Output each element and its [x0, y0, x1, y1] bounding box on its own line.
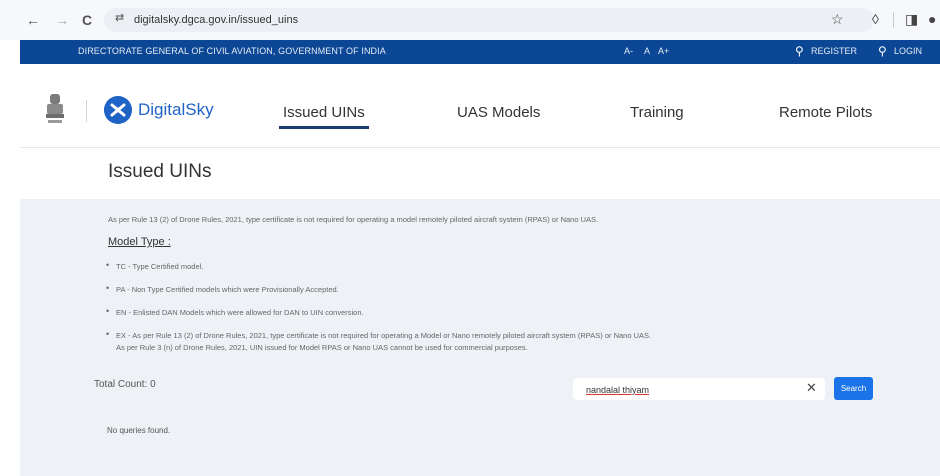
bullet-en: EN - Enlisted DAN Models which were allo… — [116, 308, 364, 317]
profile-icon[interactable]: ● — [928, 11, 936, 27]
bullet-dot: • — [106, 329, 110, 339]
bullet-dot: • — [106, 283, 110, 293]
bookmark-star-icon[interactable]: ☆ — [831, 11, 844, 27]
national-emblem-icon — [46, 94, 64, 123]
bullet-ex: EX - As per Rule 13 (2) of Drone Rules, … — [116, 331, 652, 340]
search-input[interactable] — [586, 383, 786, 397]
side-panel-icon[interactable]: ◨ — [905, 11, 918, 27]
back-icon[interactable]: ← — [26, 12, 40, 28]
nav-remote-pilots[interactable]: Remote Pilots — [779, 104, 872, 121]
bullet-tc: TC - Type Certified model. — [116, 262, 204, 271]
header-divider — [86, 100, 87, 122]
nav-active-indicator — [279, 126, 369, 129]
font-increase-button[interactable]: A+ — [658, 46, 669, 56]
bullet-ex-line2: As per Rule 3 (n) of Drone Rules, 2021, … — [116, 343, 528, 352]
logo-text[interactable]: DigitalSky — [138, 100, 214, 120]
url-text[interactable]: digitalsky.dgca.gov.in/issued_uins — [134, 14, 298, 26]
font-decrease-button[interactable]: A- — [624, 46, 633, 56]
model-type-heading: Model Type : — [108, 236, 171, 248]
toolbar-divider — [893, 12, 894, 28]
register-user-icon[interactable]: ⚲ — [795, 44, 804, 58]
nav-uas-models[interactable]: UAS Models — [457, 104, 540, 121]
site-settings-icon[interactable]: ⇄ — [115, 11, 124, 24]
nav-issued-uins[interactable]: Issued UINs — [283, 104, 365, 121]
extensions-icon[interactable]: ◊ — [872, 11, 879, 27]
login-link[interactable]: LOGIN — [894, 46, 922, 56]
rule-note: As per Rule 13 (2) of Drone Rules, 2021,… — [108, 215, 599, 224]
reload-icon[interactable]: C — [82, 12, 92, 28]
gov-bar-title: DIRECTORATE GENERAL OF CIVIL AVIATION, G… — [78, 46, 386, 56]
register-link[interactable]: REGISTER — [811, 46, 857, 56]
clear-search-icon[interactable]: ✕ — [806, 381, 817, 395]
forward-icon[interactable]: → — [55, 12, 69, 28]
login-user-icon[interactable]: ⚲ — [878, 44, 887, 58]
search-button[interactable]: Search — [834, 377, 873, 400]
nav-training[interactable]: Training — [630, 104, 684, 121]
page-title: Issued UINs — [108, 161, 212, 182]
bullet-pa: PA - Non Type Certified models which wer… — [116, 285, 339, 294]
header-separator — [20, 147, 940, 148]
bullet-dot: • — [106, 260, 110, 270]
bullet-dot: • — [106, 306, 110, 316]
no-results-message: No queries found. — [107, 426, 171, 435]
digitalsky-logo-icon[interactable] — [104, 96, 132, 124]
font-normal-button[interactable]: A — [644, 46, 650, 56]
total-count: Total Count: 0 — [94, 379, 156, 390]
